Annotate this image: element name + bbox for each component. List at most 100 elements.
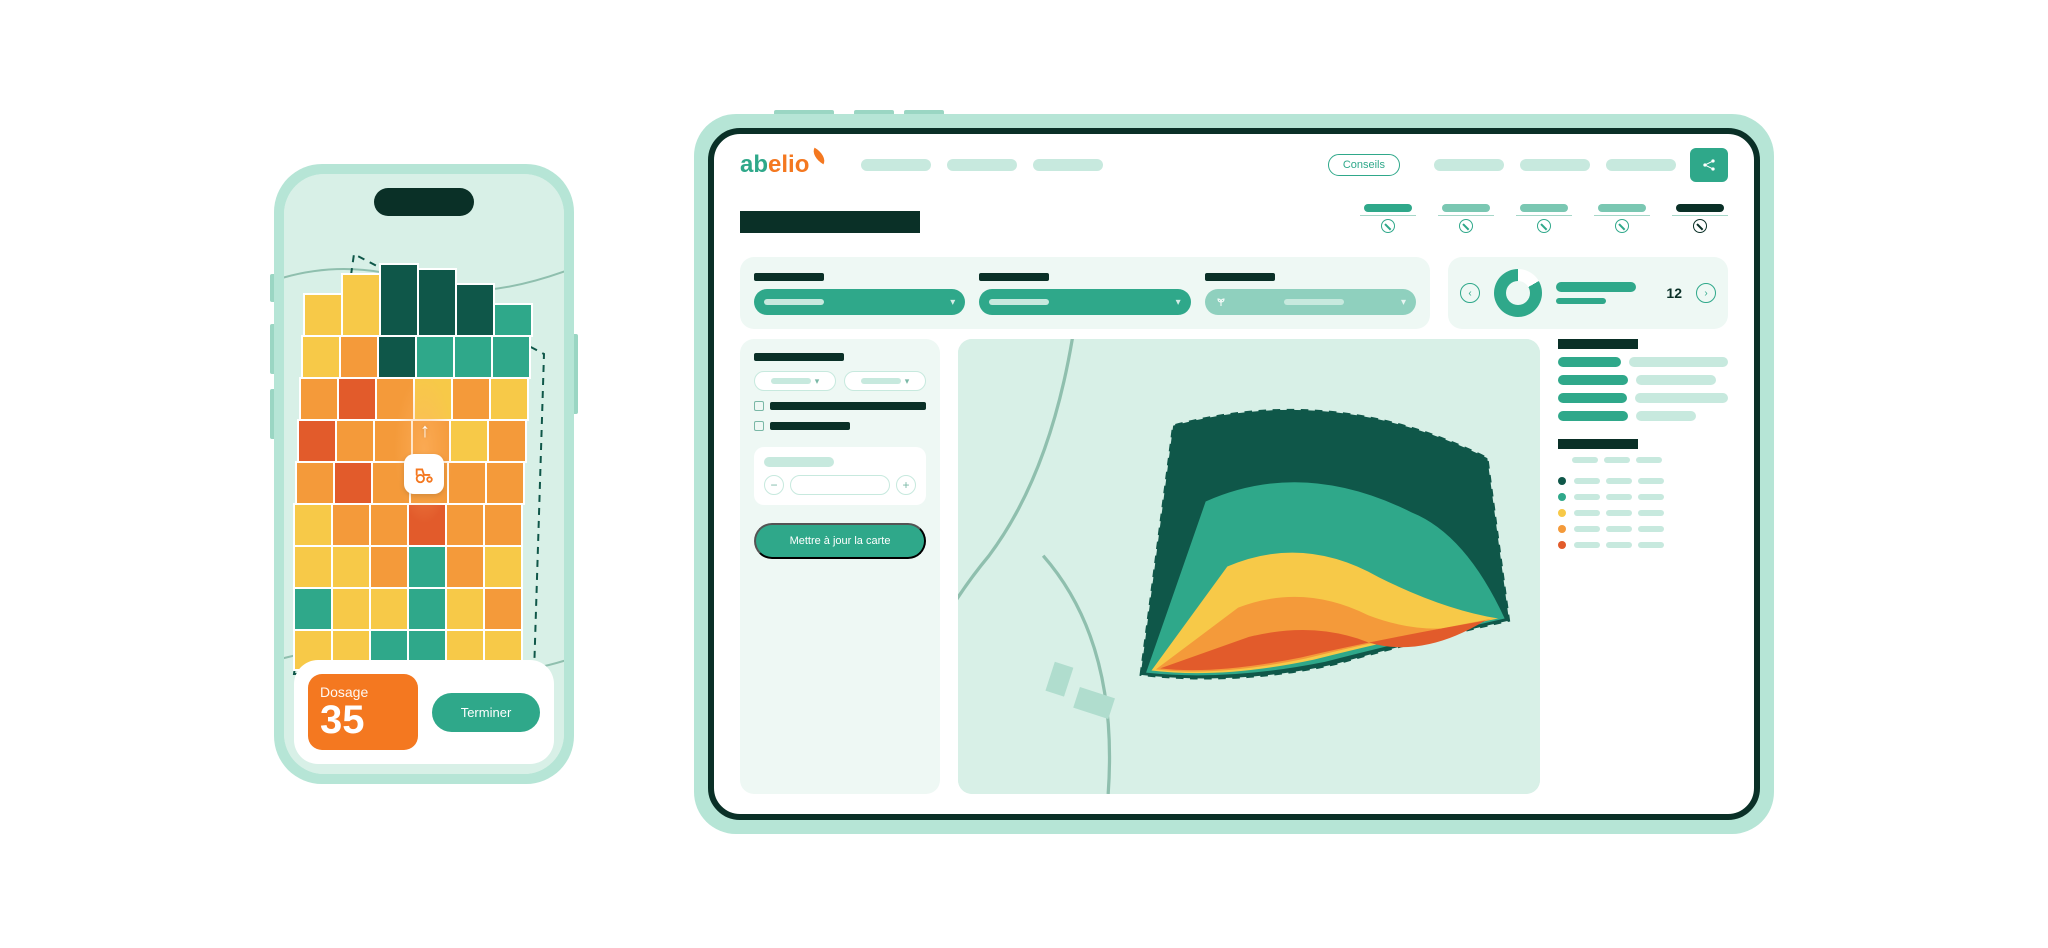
legend-bar: [1629, 357, 1728, 367]
chevron-down-icon: ▾: [815, 376, 820, 387]
chip-dropdown[interactable]: ▾: [754, 371, 836, 391]
dosage-label: Dosage: [320, 684, 406, 700]
next-button[interactable]: ›: [1696, 283, 1716, 303]
tablet-top-button: [904, 110, 944, 114]
legend-item: [1558, 525, 1728, 533]
step-status-icon: [1459, 219, 1473, 233]
step-3[interactable]: [1516, 204, 1572, 233]
legend-color-icon: [1558, 493, 1566, 501]
quantity-stepper: − +: [764, 475, 916, 495]
nav-item[interactable]: [1033, 159, 1103, 171]
chip-dropdown[interactable]: ▾: [844, 371, 926, 391]
brand-logo[interactable]: abelio: [740, 151, 827, 179]
page-title: [740, 211, 920, 233]
share-icon: [1701, 157, 1717, 173]
phone-side-button: [270, 324, 274, 374]
tablet-device-frame: abelio Conseils: [694, 114, 1774, 834]
phone-side-button: [270, 274, 274, 302]
step-status-icon: [1381, 219, 1395, 233]
summary-card: ‹ 12 ›: [1448, 257, 1728, 329]
legend-bar: [1558, 375, 1628, 385]
legend-color-icon: [1558, 541, 1566, 549]
direction-arrow-icon: ↑: [420, 420, 430, 443]
donut-chart: [1494, 269, 1542, 317]
option-label: [770, 402, 926, 410]
tractor-marker[interactable]: [404, 454, 444, 494]
option-row[interactable]: [754, 401, 926, 411]
tablet-top-button: [854, 110, 894, 114]
step-5[interactable]: [1672, 204, 1728, 233]
legend-bar: [1635, 393, 1728, 403]
left-side-panel: ▾ ▾ − + Mettre à jour la carte: [740, 339, 940, 794]
legend-color-icon: [1558, 525, 1566, 533]
field-map[interactable]: [958, 339, 1540, 794]
phone-screen: ↑ Dosage 35 Terminer: [284, 174, 564, 774]
nav-item[interactable]: [947, 159, 1017, 171]
sprout-icon: [1215, 296, 1227, 308]
chevron-down-icon: ▾: [1401, 297, 1406, 308]
logo-text-a: ab: [740, 151, 768, 179]
user-menu-button[interactable]: [1690, 148, 1728, 182]
legend-color-icon: [1558, 477, 1566, 485]
tractor-spray-glow: [394, 374, 454, 524]
legend-item: [1558, 509, 1728, 517]
option-label: [770, 422, 850, 430]
filter-row: ▾ ▾ ▾ ‹: [714, 247, 1754, 339]
legend-color-icon: [1558, 509, 1566, 517]
quantity-value[interactable]: [790, 475, 890, 495]
step-1[interactable]: [1360, 204, 1416, 233]
checkbox[interactable]: [754, 401, 764, 411]
summary-line: [1556, 298, 1606, 304]
quantity-card: − +: [754, 447, 926, 505]
step-4[interactable]: [1594, 204, 1650, 233]
page-toolbar: [714, 196, 1754, 247]
prev-button[interactable]: ‹: [1460, 283, 1480, 303]
legend-item: [1558, 541, 1728, 549]
filter-dropdown[interactable]: ▾: [979, 289, 1190, 315]
filter-dropdown[interactable]: ▾: [754, 289, 965, 315]
filter-card: ▾ ▾ ▾: [740, 257, 1430, 329]
step-status-icon: [1615, 219, 1629, 233]
update-map-button[interactable]: Mettre à jour la carte: [754, 523, 926, 559]
option-row[interactable]: [754, 421, 926, 431]
tablet-screen: abelio Conseils: [708, 128, 1760, 820]
increment-button[interactable]: +: [896, 475, 916, 495]
dosage-value: 35: [320, 700, 406, 740]
phone-side-button: [270, 389, 274, 439]
chevron-down-icon: ▾: [950, 297, 955, 308]
filter-dropdown[interactable]: ▾: [1205, 289, 1416, 315]
checkbox[interactable]: [754, 421, 764, 431]
legend-bar: [1636, 411, 1696, 421]
conseils-pill[interactable]: Conseils: [1328, 154, 1400, 176]
legend-bar: [1558, 393, 1627, 403]
nav-item[interactable]: [1606, 159, 1676, 171]
legend-item: [1558, 493, 1728, 501]
nav-item[interactable]: [1434, 159, 1504, 171]
decrement-button[interactable]: −: [764, 475, 784, 495]
finish-button[interactable]: Terminer: [432, 693, 540, 732]
phone-bottom-bar: Dosage 35 Terminer: [294, 660, 554, 764]
progress-steps: [1360, 204, 1728, 233]
legend-bar: [1558, 357, 1621, 367]
legend-head-cell: [1572, 457, 1598, 463]
legend-header-row: [1558, 457, 1728, 463]
legend-title: [1558, 339, 1638, 349]
summary-line: [1556, 282, 1636, 292]
phone-power-button: [574, 334, 578, 414]
legend-bar: [1558, 411, 1628, 421]
leaf-icon: [810, 148, 829, 165]
nav-item[interactable]: [1520, 159, 1590, 171]
tablet-top-button: [774, 110, 834, 114]
nav-links: [861, 159, 1313, 171]
phone-device-frame: ↑ Dosage 35 Terminer: [274, 164, 574, 784]
step-2[interactable]: [1438, 204, 1494, 233]
main-body: ▾ ▾ − + Mettre à jour la carte: [714, 339, 1754, 814]
filter-label: [979, 273, 1049, 281]
app-header: abelio Conseils: [714, 134, 1754, 196]
phone-notch: [374, 188, 474, 216]
logo-text-b: elio: [768, 151, 809, 179]
legend-head-cell: [1636, 457, 1662, 463]
dosage-card: Dosage 35: [308, 674, 418, 750]
filter-label: [754, 273, 824, 281]
nav-item[interactable]: [861, 159, 931, 171]
